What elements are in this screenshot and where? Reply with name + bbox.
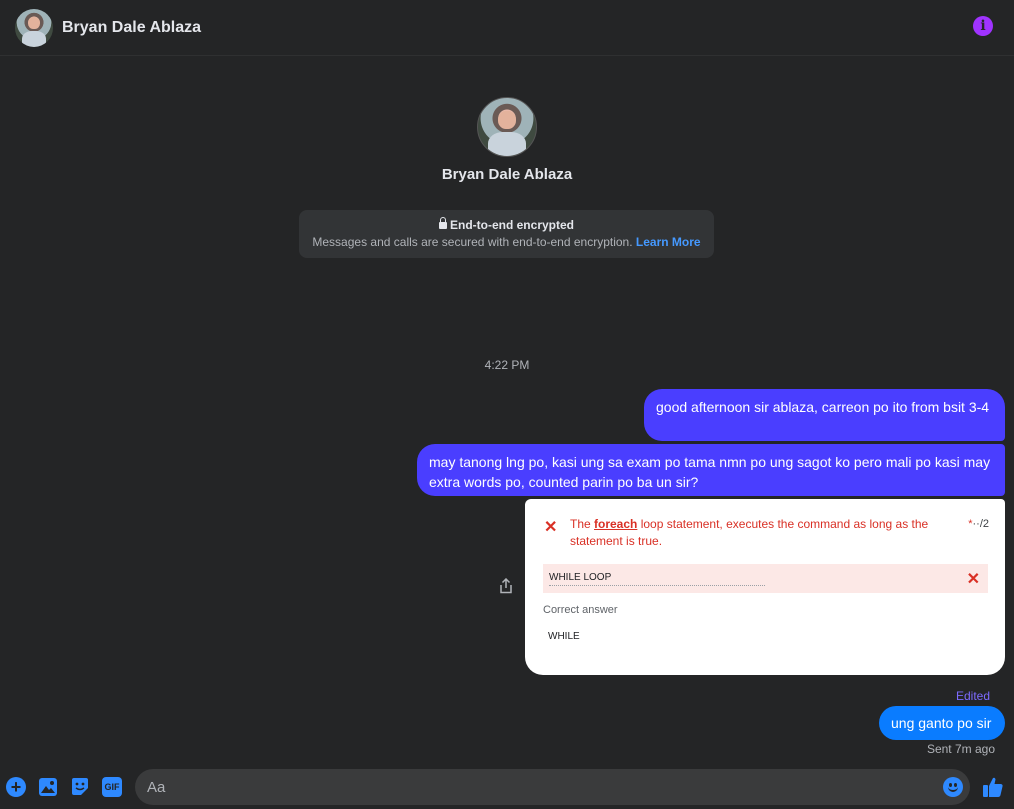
profile-avatar[interactable] — [477, 97, 537, 157]
share-icon[interactable] — [499, 578, 513, 594]
given-answer-row: WHILE LOOP ✕ — [543, 564, 988, 593]
quiz-question: The foreach loop statement, executes the… — [570, 517, 929, 548]
info-icon[interactable]: i — [973, 16, 993, 36]
wrong-icon: ✕ — [544, 519, 558, 536]
message-bubble[interactable]: may tanong lng po, kasi ung sa exam po t… — [417, 444, 1005, 496]
image-icon[interactable] — [38, 777, 58, 797]
profile-section: Bryan Dale Ablaza — [0, 97, 1014, 183]
correct-answer-label: Correct answer — [543, 604, 618, 616]
message-input[interactable] — [135, 769, 970, 805]
contact-name[interactable]: Bryan Dale Ablaza — [62, 19, 201, 37]
quiz-score: *··/2 — [968, 518, 989, 530]
correct-answer: WHILE — [548, 631, 580, 642]
emoji-icon[interactable] — [943, 777, 963, 797]
message-timestamp: 4:22 PM — [484, 358, 530, 372]
chat-header: Bryan Dale Ablaza i — [0, 0, 1014, 56]
message-bubble[interactable]: ung ganto po sir — [879, 706, 1005, 740]
message-bubble[interactable]: good afternoon sir ablaza, carreon po it… — [644, 389, 1005, 441]
given-answer: WHILE LOOP — [549, 572, 765, 586]
encryption-notice: End-to-end encrypted Messages and calls … — [299, 210, 714, 258]
like-icon[interactable] — [982, 776, 1004, 798]
profile-name: Bryan Dale Ablaza — [441, 166, 573, 183]
sticker-icon[interactable] — [70, 777, 90, 797]
image-attachment[interactable]: ✕ The foreach loop statement, executes t… — [525, 499, 1005, 675]
wrong-answer-icon: ✕ — [966, 571, 980, 588]
learn-more-link[interactable]: Learn More — [636, 235, 701, 249]
encryption-title: End-to-end encrypted — [449, 218, 574, 232]
contact-avatar[interactable] — [15, 8, 53, 47]
encryption-description: Messages and calls are secured with end-… — [312, 235, 633, 249]
gif-icon[interactable]: GIF — [102, 777, 122, 797]
edited-label[interactable]: Edited — [956, 689, 990, 703]
plus-icon[interactable]: + — [6, 777, 26, 797]
message-composer: + GIF — [0, 768, 1014, 809]
message-status: Sent 7m ago — [926, 742, 995, 756]
lock-icon — [438, 217, 447, 229]
